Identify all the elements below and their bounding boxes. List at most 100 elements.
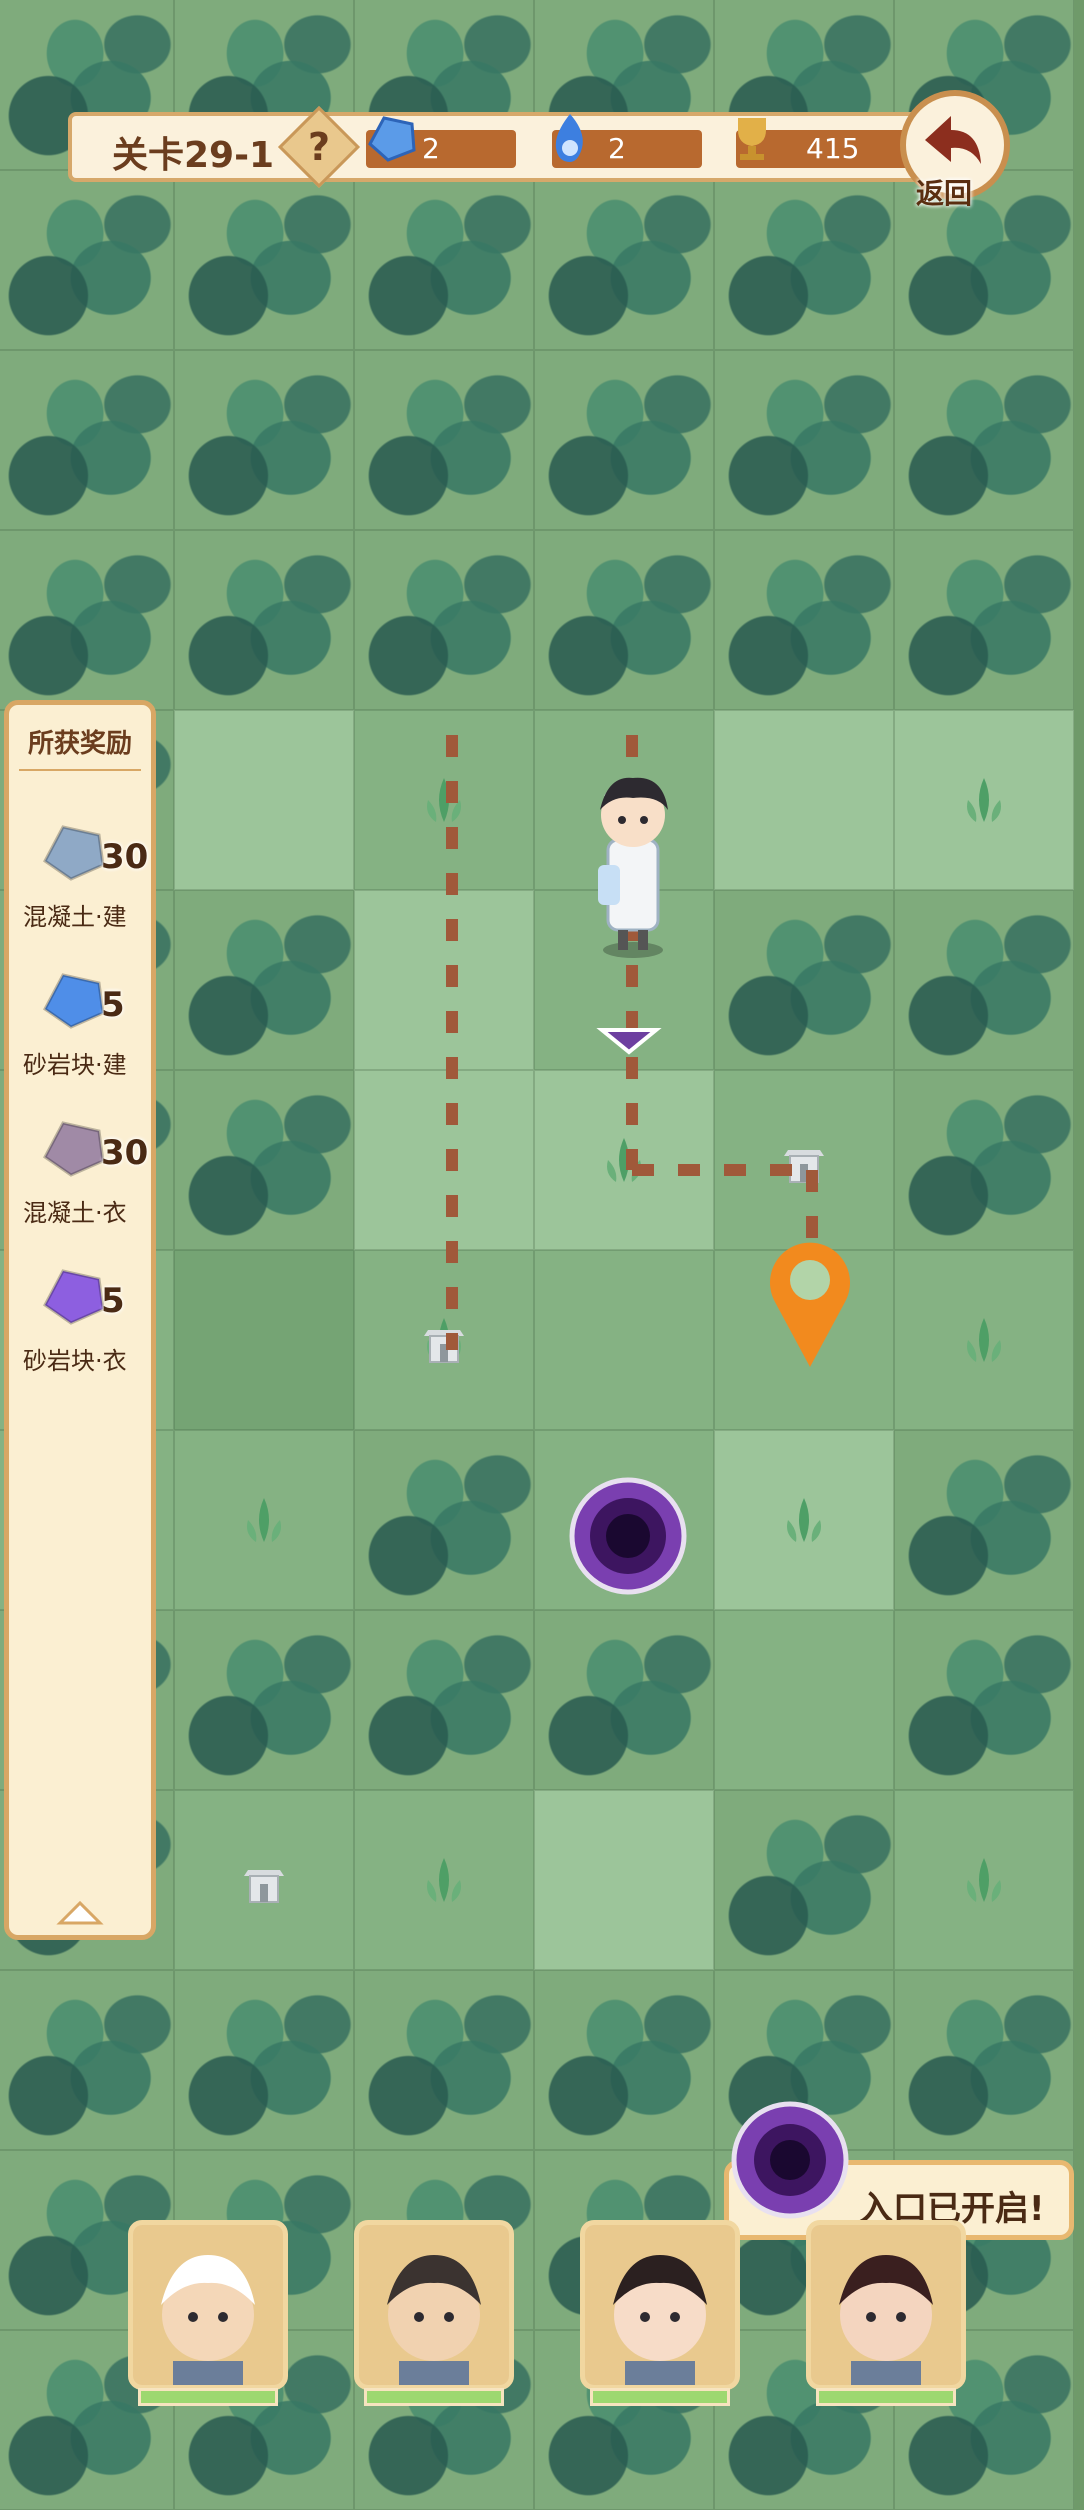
bamboo-tile[interactable]: [0, 530, 174, 710]
player-character[interactable]: [578, 770, 688, 960]
grass-tile[interactable]: [354, 710, 534, 890]
hero-face-icon: [811, 2225, 961, 2385]
bamboo-tile[interactable]: [0, 1970, 174, 2150]
return-arrow-icon: [925, 116, 981, 164]
bamboo-tile[interactable]: [354, 170, 534, 350]
bamboo-tile[interactable]: [354, 530, 534, 710]
sandstone-cloth-icon: [43, 1269, 105, 1325]
bamboo-tile[interactable]: [714, 890, 894, 1070]
bamboo-tile[interactable]: [174, 350, 354, 530]
hero-frame: [580, 2220, 740, 2390]
bamboo-tile[interactable]: [174, 530, 354, 710]
bamboo-tile[interactable]: [354, 350, 534, 530]
back-label: 返回: [916, 177, 973, 210]
divider: [19, 769, 141, 771]
reward-count: 5: [101, 1281, 125, 1321]
level-label: 关卡29-1: [112, 135, 275, 176]
grass-tile[interactable]: [174, 1250, 354, 1430]
concrete-build-icon: [43, 825, 105, 881]
portal-icon: [731, 2101, 849, 2219]
bamboo-tile[interactable]: [894, 350, 1074, 530]
bamboo-tile[interactable]: [714, 170, 894, 350]
sprout-icon: [427, 1858, 461, 1902]
bamboo-tile[interactable]: [354, 1430, 534, 1610]
bamboo-tile[interactable]: [534, 350, 714, 530]
hero-portrait-warrior-girl[interactable]: [796, 2220, 976, 2412]
bamboo-tile[interactable]: [714, 1790, 894, 1970]
bamboo-tile[interactable]: [174, 170, 354, 350]
bamboo-tile[interactable]: [0, 170, 174, 350]
hero-face-icon: [133, 2225, 283, 2385]
bamboo-tile[interactable]: [354, 1610, 534, 1790]
grass-tile[interactable]: [534, 1070, 714, 1250]
bamboo-tile[interactable]: [714, 530, 894, 710]
bamboo-tile[interactable]: [894, 1430, 1074, 1610]
grass-tile[interactable]: [714, 710, 894, 890]
reward-count: 30: [101, 837, 149, 877]
grass-tile[interactable]: [534, 1250, 714, 1430]
rewards-title: 所获奖励: [27, 729, 132, 759]
grass-tile[interactable]: [354, 1250, 534, 1430]
grass-tile[interactable]: [354, 1070, 534, 1250]
sprout-icon: [967, 778, 1001, 822]
sprout-icon: [967, 1858, 1001, 1902]
hero-hp-bar: [590, 2388, 730, 2406]
trophy-icon: [738, 118, 766, 160]
grass-tile[interactable]: [174, 1790, 354, 1970]
hero-frame: [806, 2220, 966, 2390]
hero-hp-bar: [364, 2388, 504, 2406]
reward-name: 砂岩块·衣: [23, 1347, 127, 1375]
blue-crystal-icon: [368, 116, 416, 162]
bamboo-tile[interactable]: [534, 170, 714, 350]
reward-count: 30: [101, 1133, 149, 1173]
question-icon: ?: [307, 125, 331, 169]
bamboo-tile[interactable]: [354, 1970, 534, 2150]
grass-tile[interactable]: [714, 1070, 894, 1250]
stone-shrine-icon: [784, 1150, 824, 1183]
bamboo-tile[interactable]: [174, 1970, 354, 2150]
bamboo-tile[interactable]: [174, 890, 354, 1070]
bamboo-tile[interactable]: [534, 530, 714, 710]
help-button[interactable]: ?: [277, 105, 361, 189]
grass-tile[interactable]: [894, 710, 1074, 890]
bamboo-tile[interactable]: [534, 1970, 714, 2150]
hero-portrait-scholar[interactable]: [118, 2220, 298, 2412]
bamboo-tile[interactable]: [0, 350, 174, 530]
hero-face-icon: [359, 2225, 509, 2385]
bamboo-tile[interactable]: [894, 1970, 1074, 2150]
sandstone-build-icon: [43, 973, 105, 1029]
sprout-icon: [787, 1498, 821, 1542]
location-pin-icon[interactable]: [760, 1232, 860, 1372]
grass-tile[interactable]: [354, 890, 534, 1070]
hero-frame: [128, 2220, 288, 2390]
sprout-icon: [427, 778, 461, 822]
hero-frame: [354, 2220, 514, 2390]
bamboo-tile[interactable]: [894, 890, 1074, 1070]
portal-icon[interactable]: [568, 1476, 688, 1596]
reward-name: 混凝土·衣: [23, 1199, 127, 1227]
bamboo-tile[interactable]: [894, 1610, 1074, 1790]
bamboo-tile[interactable]: [534, 1610, 714, 1790]
top-status-bar: 关卡29-1 ? 2 2 415: [68, 105, 948, 189]
bamboo-tile[interactable]: [894, 530, 1074, 710]
grass-tile[interactable]: [714, 1610, 894, 1790]
grass-tile[interactable]: [534, 1790, 714, 1970]
bamboo-tile[interactable]: [714, 350, 894, 530]
stone-shrine-icon: [244, 1870, 284, 1903]
hero-portrait-monk[interactable]: [344, 2220, 524, 2412]
grass-tile[interactable]: [714, 1430, 894, 1610]
hero-hp-bar: [138, 2388, 278, 2406]
hero-portrait-lady[interactable]: [570, 2220, 750, 2412]
game-board: [0, 0, 1084, 2510]
sprout-icon: [247, 1498, 281, 1542]
grass-tile[interactable]: [354, 1790, 534, 1970]
grass-tile[interactable]: [894, 1790, 1074, 1970]
bamboo-tile[interactable]: [894, 1070, 1074, 1250]
bamboo-tile[interactable]: [174, 1610, 354, 1790]
grass-tile[interactable]: [894, 1250, 1074, 1430]
bamboo-tile[interactable]: [174, 1070, 354, 1250]
reward-count: 5: [101, 985, 125, 1025]
collapse-arrow-icon[interactable]: [55, 1897, 105, 1927]
grass-tile[interactable]: [174, 710, 354, 890]
grass-tile[interactable]: [174, 1430, 354, 1610]
